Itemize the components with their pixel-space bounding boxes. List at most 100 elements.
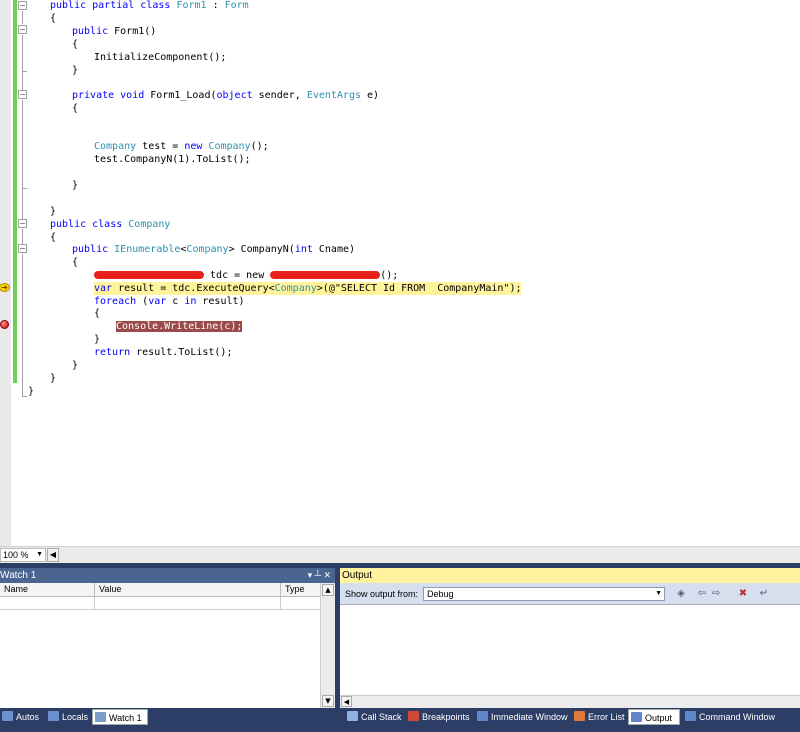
code-line[interactable]: { (72, 102, 78, 115)
watch-scrollbar[interactable]: ▲ ▼ (320, 583, 335, 708)
outline-guide (22, 189, 23, 219)
watch-icon (95, 712, 106, 722)
code-line[interactable]: private void Form1_Load(object sender, E… (72, 89, 379, 102)
word-wrap-icon[interactable]: ↵ (758, 588, 770, 600)
next-message-icon[interactable]: ⇨ (710, 588, 722, 600)
output-text-area[interactable] (340, 605, 800, 708)
find-message-icon[interactable]: ◈ (675, 588, 687, 600)
output-scrollbar[interactable]: ◀ (340, 695, 800, 708)
code-line[interactable]: test.CompanyN(1).ToList(); (94, 153, 251, 166)
clear-all-icon[interactable]: ✖ (737, 588, 749, 600)
breakpoint-margin[interactable] (0, 0, 11, 546)
code-line[interactable]: public IEnumerable<Company> CompanyN(int… (72, 243, 355, 256)
code-line[interactable]: } (94, 333, 100, 346)
code-line[interactable]: } (72, 64, 78, 77)
current-statement-line[interactable]: var result = tdc.ExecuteQuery<Company>(@… (94, 282, 522, 295)
chevron-down-icon: ▼ (36, 551, 43, 558)
zoom-level: 100 % (3, 550, 29, 560)
code-line[interactable]: } (72, 359, 78, 372)
tab-label: Autos (16, 712, 40, 722)
collapse-icon[interactable]: − (18, 25, 27, 34)
tab-locals[interactable]: Locals (46, 709, 88, 725)
outline-guide (22, 11, 23, 24)
breakpoint-statement[interactable]: Console.WriteLine(c); (116, 321, 243, 332)
breakpoint-icon[interactable] (0, 320, 9, 329)
scroll-left-button[interactable]: ◀ (47, 548, 59, 562)
breakpoints-icon (408, 711, 419, 721)
code-line[interactable]: public partial class Form1 : Form (50, 0, 249, 12)
code-line[interactable]: public class Company (50, 218, 170, 231)
tab-command-window[interactable]: Command Window (683, 709, 775, 725)
chevron-down-icon: ▼ (655, 590, 662, 597)
code-line[interactable]: } (50, 205, 56, 218)
output-source-value: Debug (427, 589, 454, 599)
column-header-value[interactable]: Value (95, 583, 281, 596)
collapse-icon[interactable]: − (18, 219, 27, 228)
output-panel: Output Show output from: Debug ▼ ◈ ⇦ ⇨ ✖… (340, 568, 800, 708)
code-line[interactable]: tdc = new (); (94, 269, 398, 282)
previous-message-icon[interactable]: ⇦ (696, 588, 708, 600)
outline-guide (22, 72, 23, 90)
scroll-down-button[interactable]: ▼ (322, 695, 334, 707)
watch-title-bar[interactable]: Watch 1 ▾ ┴ ✕ (0, 568, 335, 583)
watch-type-cell[interactable] (281, 597, 320, 609)
code-line[interactable]: { (94, 307, 100, 320)
tab-label: Watch 1 (109, 713, 142, 723)
collapse-icon[interactable]: − (18, 1, 27, 10)
code-line[interactable]: Company test = new Company(); (94, 140, 269, 153)
watch-empty-row[interactable] (0, 597, 320, 610)
code-line[interactable]: } (28, 385, 34, 398)
code-editor[interactable]: − − − − − ➜ public partial class Form1 :… (0, 0, 800, 546)
tab-label: Immediate Window (491, 712, 568, 722)
watch-name-cell[interactable] (0, 597, 95, 609)
code-line[interactable]: { (72, 256, 78, 269)
tab-immediate-window[interactable]: Immediate Window (475, 709, 568, 725)
error-list-icon (574, 711, 585, 721)
collapse-icon[interactable]: − (18, 90, 27, 99)
locals-icon (48, 711, 59, 721)
tab-breakpoints[interactable]: Breakpoints (406, 709, 470, 725)
tab-output[interactable]: Output (628, 709, 680, 725)
watch-value-cell[interactable] (95, 597, 281, 609)
output-source-dropdown[interactable]: Debug ▼ (423, 587, 665, 601)
collapse-icon[interactable]: − (18, 244, 27, 253)
outline-guide (22, 100, 23, 188)
column-header-name[interactable]: Name (0, 583, 95, 596)
breakpoint-line[interactable]: Console.WriteLine(c); (116, 320, 243, 333)
code-line[interactable]: { (50, 12, 56, 25)
outline-guide (22, 35, 23, 71)
command-window-icon (685, 711, 696, 721)
tab-watch-1[interactable]: Watch 1 (92, 709, 148, 725)
call-stack-icon (347, 711, 358, 721)
code-line[interactable]: } (72, 179, 78, 192)
output-title-bar[interactable]: Output (340, 568, 800, 583)
code-line[interactable]: public Form1() (72, 25, 156, 38)
tab-autos[interactable]: Autos (0, 709, 39, 725)
tab-label: Command Window (699, 712, 776, 722)
code-line[interactable]: } (50, 372, 56, 385)
code-line[interactable]: return result.ToList(); (94, 346, 232, 359)
watch-title: Watch 1 (0, 570, 37, 581)
column-header-type[interactable]: Type (281, 583, 320, 596)
code-line[interactable]: InitializeComponent(); (94, 51, 226, 64)
zoom-dropdown[interactable]: 100 % ▼ (0, 548, 46, 562)
code-line[interactable]: { (50, 231, 56, 244)
scroll-up-button[interactable]: ▲ (322, 584, 334, 596)
tab-error-list[interactable]: Error List (572, 709, 625, 725)
editor-zoom-bar: 100 % ▼ ◀ (0, 546, 800, 563)
tab-label: Error List (588, 712, 625, 722)
output-icon (631, 712, 642, 722)
autos-icon (2, 711, 13, 721)
output-toolbar: Show output from: Debug ▼ ◈ ⇦ ⇨ ✖ ↵ (340, 583, 800, 605)
outline-guide (22, 254, 23, 396)
tab-call-stack[interactable]: Call Stack (345, 709, 402, 725)
tab-label: Locals (62, 712, 89, 722)
window-controls[interactable]: ▾ ┴ ✕ (308, 568, 331, 583)
code-line[interactable]: { (72, 38, 78, 51)
code-line[interactable]: foreach (var c in result) (94, 295, 245, 308)
watch-column-headers: Name Value Type (0, 583, 320, 597)
show-output-label: Show output from: (345, 589, 419, 599)
scroll-left-button[interactable]: ◀ (341, 696, 352, 707)
tool-window-area: Watch 1 ▾ ┴ ✕ Name Value Type ▲ ▼ Output… (0, 563, 800, 732)
tab-label: Call Stack (361, 712, 402, 722)
